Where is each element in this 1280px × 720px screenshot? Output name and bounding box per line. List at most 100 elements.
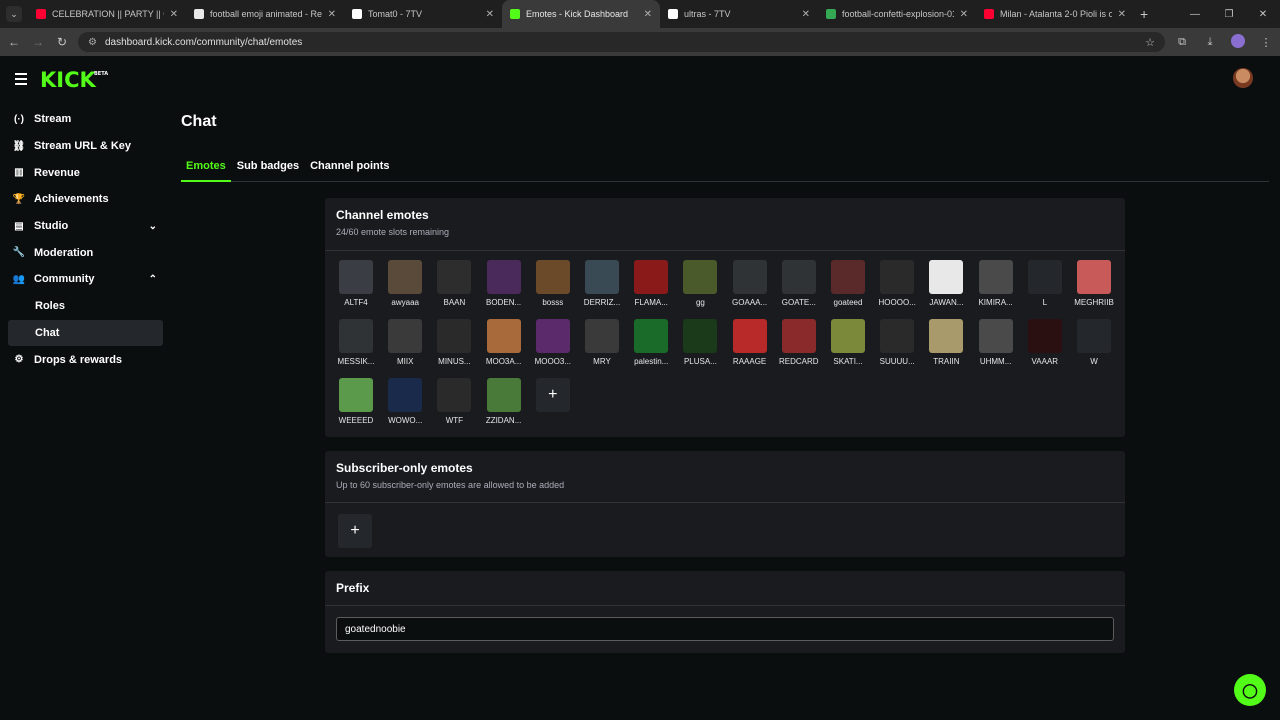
sidebar-item-community[interactable]: 👥 Community ⌃ [8, 266, 163, 293]
emote-tile[interactable]: RAAAGE [730, 319, 770, 366]
restore-icon[interactable]: ❐ [1212, 9, 1246, 20]
emote-tile[interactable]: ZZIDAN... [484, 378, 524, 425]
emote-tile[interactable]: WTF [434, 378, 474, 425]
chevron-down-icon[interactable]: ⌄ [149, 221, 157, 232]
browser-tab[interactable]: Tomat0 - 7TV ✕ [344, 0, 502, 28]
emote-tile[interactable]: L [1025, 260, 1065, 307]
emote-tile[interactable]: FLAMA... [631, 260, 671, 307]
emote-tile[interactable]: VAAAR [1025, 319, 1065, 366]
sidebar-item-stream[interactable]: (·) Stream [8, 106, 163, 133]
profile-avatar[interactable] [1224, 33, 1252, 51]
sidebar-item-achievements[interactable]: 🏆 Achievements [8, 186, 163, 213]
reload-icon[interactable]: ↻ [50, 35, 74, 49]
tab-favicon-icon [36, 9, 46, 19]
sidebar-item-studio[interactable]: ▤ Studio ⌄ [8, 213, 163, 240]
emote-tile[interactable]: UHMM... [976, 319, 1016, 366]
sidebar-item-revenue[interactable]: ▥ Revenue [8, 159, 163, 186]
browser-tab[interactable]: football-confetti-explosion-01 ✕ [818, 0, 976, 28]
user-avatar[interactable] [1233, 68, 1253, 88]
add-emote-button[interactable]: + [535, 378, 570, 412]
emote-tile[interactable]: SKATI... [828, 319, 868, 366]
browser-menu-icon[interactable]: ⋮ [1252, 36, 1280, 49]
browser-tab[interactable]: Milan - Atalanta 2-0 Pioli is on ✕ [976, 0, 1134, 28]
emote-tile[interactable]: MOOO3... [533, 319, 573, 366]
emote-tile[interactable]: MIIX [385, 319, 425, 366]
tab-close-icon[interactable]: ✕ [802, 9, 810, 20]
extensions-icon[interactable]: ⧉ [1168, 36, 1196, 49]
close-window-icon[interactable]: ✕ [1246, 9, 1280, 20]
emote-tile[interactable]: DERRIZ... [582, 260, 622, 307]
emote-tile[interactable]: PLUSA... [680, 319, 720, 366]
site-info-icon[interactable]: ⚙ [88, 37, 97, 48]
emote-tile[interactable]: HOOOO... [877, 260, 917, 307]
tab-close-icon[interactable]: ✕ [170, 9, 178, 20]
new-tab-icon[interactable]: + [1140, 6, 1148, 22]
emote-tile[interactable]: TRAIIN [926, 319, 966, 366]
emote-tile[interactable]: KIMIRA... [976, 260, 1016, 307]
emote-tile[interactable]: GOAAA... [730, 260, 770, 307]
emote-tile[interactable]: BAAN [434, 260, 474, 307]
emote-tile[interactable]: SUUUU... [877, 319, 917, 366]
emote-image [1027, 319, 1062, 353]
browser-tab[interactable]: ultras - 7TV ✕ [660, 0, 818, 28]
logo-beta-badge: BETA [94, 71, 109, 77]
emote-tile[interactable]: MINUS... [434, 319, 474, 366]
sidebar-item-drops-rewards[interactable]: ⚙ Drops & rewards [8, 346, 163, 373]
emote-tile[interactable]: MEGHRIIB [1074, 260, 1114, 307]
download-icon[interactable]: ⤓ [1196, 36, 1224, 49]
help-chat-icon[interactable]: ◯ [1234, 674, 1266, 706]
sidebar-item-stream-url-key[interactable]: ⛓ Stream URL & Key [8, 133, 163, 160]
tab-close-icon[interactable]: ✕ [644, 9, 652, 20]
browser-tab[interactable]: CELEBRATION || PARTY || CHRO ✕ [28, 0, 186, 28]
emote-tile[interactable]: BODEN... [484, 260, 524, 307]
minimize-icon[interactable]: — [1178, 9, 1212, 20]
emote-tile[interactable]: JAWAN... [926, 260, 966, 307]
emote-tile[interactable]: MRY [582, 319, 622, 366]
hamburger-menu-icon[interactable] [15, 73, 27, 88]
sidebar-item-chat[interactable]: Chat [8, 319, 163, 347]
logo-text: KICK [40, 68, 96, 92]
tab-channel-points[interactable]: Channel points [305, 156, 394, 182]
sidebar-item-moderation[interactable]: 🔧 Moderation [8, 239, 163, 266]
browser-tab[interactable]: Emotes - Kick Dashboard ✕ [502, 0, 660, 28]
tab-title: Milan - Atalanta 2-0 Pioli is on [1000, 9, 1112, 19]
emote-tile[interactable]: ALTF4 [336, 260, 376, 307]
sidebar-item-roles[interactable]: Roles [8, 293, 163, 320]
sidebar-item-label: Achievements [34, 193, 109, 206]
tab-close-icon[interactable]: ✕ [328, 9, 336, 20]
emote-image [831, 319, 865, 353]
browser-tab[interactable]: football emoji animated - Rech ✕ [186, 0, 344, 28]
tab-search-icon[interactable]: ⌄ [6, 6, 22, 22]
chevron-up-icon[interactable]: ⌃ [149, 274, 157, 285]
emote-tile[interactable]: awyaaa [385, 260, 425, 307]
bookmark-star-icon[interactable]: ☆ [1145, 36, 1155, 49]
back-icon[interactable]: ← [2, 35, 26, 49]
tab-favicon-icon [194, 9, 204, 19]
emote-tile[interactable]: W [1074, 319, 1114, 366]
emote-image [486, 378, 521, 412]
address-bar[interactable]: ⚙ dashboard.kick.com/community/chat/emot… [78, 32, 1165, 52]
window-controls: — ❐ ✕ [1178, 0, 1280, 28]
tab-sub-badges[interactable]: Sub badges [232, 156, 304, 182]
divider [325, 502, 1125, 503]
emote-tile[interactable]: goateed [828, 260, 868, 307]
emote-tile[interactable]: MOO3A... [484, 319, 524, 366]
emote-tile[interactable]: WOWO... [385, 378, 425, 425]
tab-close-icon[interactable]: ✕ [1118, 9, 1126, 20]
emote-tile[interactable]: bosss [533, 260, 573, 307]
url-text: dashboard.kick.com/community/chat/emotes [104, 36, 303, 48]
emote-tile[interactable]: GOATE... [779, 260, 819, 307]
tab-close-icon[interactable]: ✕ [960, 9, 968, 20]
emote-name: MEGHRIIB [1074, 298, 1114, 307]
add-subscriber-emote-button[interactable]: + [338, 514, 372, 548]
emote-tile[interactable]: MESSIK... [336, 319, 376, 366]
prefix-input[interactable] [336, 617, 1114, 641]
tab-emotes[interactable]: Emotes [181, 156, 231, 182]
forward-icon[interactable]: → [26, 35, 50, 49]
tab-close-icon[interactable]: ✕ [486, 9, 494, 20]
emote-tile[interactable]: palestin... [631, 319, 671, 366]
emote-tile[interactable]: gg [680, 260, 720, 307]
emote-tile[interactable]: WEEEED [336, 378, 376, 425]
emote-tile[interactable]: REDCARD [779, 319, 819, 366]
kick-logo[interactable]: KICK BETA [40, 68, 108, 92]
